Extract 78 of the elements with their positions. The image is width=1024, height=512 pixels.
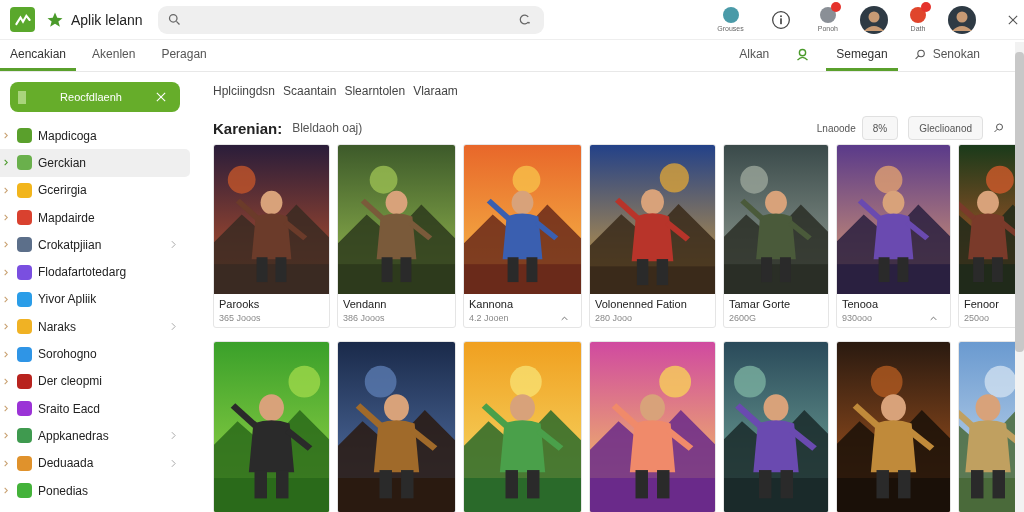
section-subtitle: Bleldaoh oaj) — [292, 121, 363, 135]
chevron-icon — [4, 350, 8, 358]
avatar-icon[interactable] — [860, 5, 888, 34]
chevron-icon — [4, 405, 8, 413]
game-card[interactable]: Tenooa 930ooo — [836, 144, 951, 328]
filter-button[interactable]: Gleclioanod — [908, 116, 983, 140]
chevron-icon — [4, 186, 8, 194]
sort-label: Lnaoode — [816, 122, 856, 134]
game-title: Parooks — [219, 298, 261, 310]
game-stats: 250oo — [964, 313, 990, 323]
game-card[interactable]: Vendann 386 Jooos — [337, 144, 456, 328]
scrollbar[interactable] — [1015, 42, 1024, 512]
close-icon — [156, 92, 166, 102]
chevron-icon — [4, 487, 8, 494]
game-title: Tamar Gorte — [729, 298, 792, 310]
sidebar-item[interactable]: Deduaada — [0, 449, 190, 477]
sidebar-item[interactable]: Crokatpjiian — [0, 231, 190, 259]
game-title: Volonenned Fation — [595, 298, 688, 310]
tab[interactable]: Akenlen — [82, 40, 146, 71]
refresh-icon[interactable] — [517, 12, 532, 27]
avatar-icon[interactable] — [948, 5, 976, 34]
document-icon — [18, 90, 26, 104]
chevron-icon — [4, 295, 8, 303]
search-icon[interactable] — [993, 122, 1005, 134]
chevron-icon — [4, 132, 8, 140]
search-icon — [167, 12, 182, 27]
sidebar-item[interactable]: Gerckian — [0, 149, 190, 177]
tab[interactable]: Alkan — [729, 40, 780, 71]
person-icon — [795, 46, 811, 62]
chevron-icon — [4, 432, 8, 440]
filter-link[interactable]: Scaantain — [283, 84, 341, 98]
filter-link[interactable]: Hplciingdsn — [213, 84, 280, 98]
chevron-icon — [4, 459, 8, 467]
chevron-icon — [4, 377, 8, 385]
game-stats: 386 Jooos — [343, 313, 385, 323]
filter-link[interactable]: Vlaraam — [413, 84, 462, 98]
game-card[interactable]: Tamar Gorte 2600G — [723, 144, 829, 328]
sidebar-item[interactable]: Yivor Apliik — [0, 285, 190, 314]
tab[interactable]: Semegan — [826, 40, 898, 71]
chevron-icon — [4, 159, 8, 167]
game-stats: 4.2 Jooen — [469, 313, 509, 323]
section-title: Karenian: — [213, 119, 283, 137]
close-icon[interactable] — [1008, 14, 1018, 25]
game-stats: 365 Jooos — [219, 313, 261, 323]
game-stats: 930ooo — [842, 313, 873, 323]
sidebar-item[interactable]: Mapdicoga — [0, 122, 190, 150]
tab[interactable]: Peragan — [151, 40, 217, 71]
chevron-icon — [4, 323, 8, 331]
game-card[interactable]: Volonenned Fation 280 Jooo — [589, 144, 716, 328]
sidebar-item[interactable]: Der cleopmi — [0, 367, 190, 395]
filter-link[interactable]: Slearntolen — [344, 84, 410, 98]
sidebar-item[interactable]: Sorohogno — [0, 340, 190, 368]
sidebar-item[interactable]: Ponedias — [0, 476, 190, 505]
game-title: Tenooa — [842, 298, 880, 310]
game-title: Vendann — [343, 298, 388, 310]
sidebar-item[interactable]: Appkanedras — [0, 422, 190, 450]
game-card[interactable]: Parooks 365 Jooos — [213, 144, 330, 328]
sidebar-item[interactable]: Flodafartotedarg — [0, 258, 190, 286]
sidebar-item[interactable]: Sraito Eacd — [0, 394, 190, 423]
search-field[interactable] — [158, 5, 544, 34]
game-title: Fenoor — [964, 298, 1000, 310]
app-title: Aplik lelann — [71, 11, 144, 28]
filter-button[interactable]: 8% — [861, 116, 899, 140]
sidebar-item[interactable]: Naraks — [0, 313, 190, 341]
game-card[interactable]: Kannona 4.2 Jooen — [463, 144, 582, 328]
game-card[interactable]: Fenoor 250oo — [958, 144, 1015, 328]
game-stats: 2600G — [729, 313, 757, 323]
chevron-icon — [4, 241, 8, 249]
chevron-icon — [4, 214, 8, 222]
chevron-icon — [4, 268, 8, 276]
sidebar-item[interactable]: Gcerirgia — [0, 176, 190, 204]
app-logo-icon — [10, 7, 35, 32]
tab[interactable]: Aencakian — [0, 40, 77, 71]
search-icon — [913, 47, 927, 61]
sidebar-item[interactable]: Mapdairde — [0, 203, 190, 232]
game-title: Kannona — [469, 298, 515, 310]
search-tab[interactable]: Senokan — [903, 40, 990, 71]
game-stats: 280 Jooo — [595, 313, 633, 323]
